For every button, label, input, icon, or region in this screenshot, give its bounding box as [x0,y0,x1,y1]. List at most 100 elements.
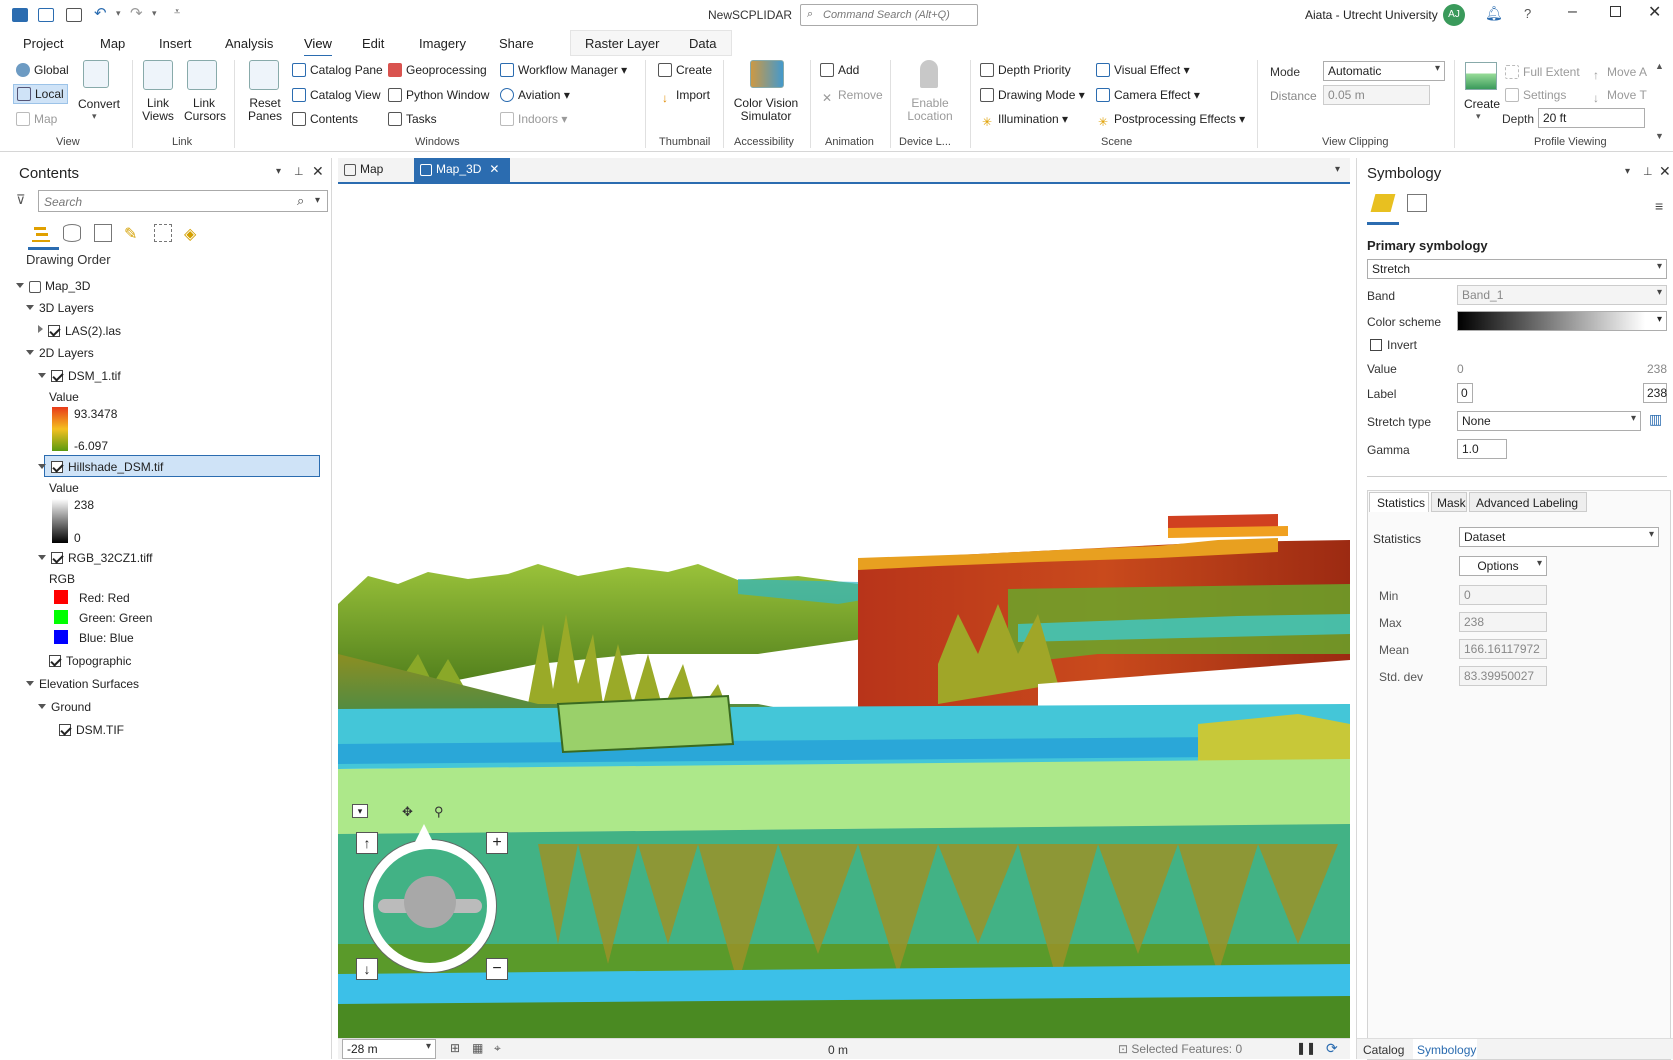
link-views-button[interactable]: Link Views [140,97,176,123]
tab-share[interactable]: Share [499,36,534,51]
pane-options-icon[interactable]: ▾ [276,166,281,177]
open-icon[interactable] [38,8,54,22]
collapse-icon[interactable] [38,555,46,560]
geoprocessing-button[interactable]: Geoprocessing [388,63,487,77]
gamma-input[interactable]: 1.0 [1457,439,1507,459]
bottom-tab-symbology[interactable]: Symbology [1413,1039,1477,1059]
mode-select[interactable]: Automatic [1323,61,1445,81]
tree-rgb[interactable]: RGB_32CZ1.tiff [38,551,152,565]
collapse-icon[interactable] [38,704,46,709]
save-icon[interactable] [66,8,82,22]
view-tab-map[interactable]: Map [344,162,383,176]
tab-analysis[interactable]: Analysis [225,36,273,51]
collapse-icon[interactable] [38,373,46,378]
view-tabs-dropdown-icon[interactable]: ▾ [1335,164,1340,175]
pin-icon[interactable]: ⊥ [1643,165,1653,178]
scroll-up-icon[interactable]: ▲ [1655,61,1664,71]
label-max-input[interactable]: 238 [1643,383,1667,403]
list-by-selection-icon[interactable] [94,224,112,242]
tab-map[interactable]: Map [100,36,125,51]
zoom-out-icon[interactable]: − [486,958,508,980]
list-by-editing-icon[interactable]: ✎ [124,224,137,244]
full-extent-button[interactable]: Full Extent [1505,65,1580,79]
label-min-input[interactable]: 0 [1457,383,1473,403]
scene-canvas[interactable]: ▾ ✥ ⚲ ↑ ↓ + − [338,184,1350,1038]
renderer-select[interactable]: Stretch [1367,259,1667,279]
tab-data[interactable]: Data [689,36,716,51]
undo-dropdown-icon[interactable]: ▾ [116,8,121,19]
histogram-icon[interactable]: ▥ [1649,411,1662,428]
walk-icon[interactable]: ⚲ [434,804,444,820]
close-icon[interactable]: ✕ [1648,2,1661,22]
tree-2d-layers[interactable]: 2D Layers [26,346,94,360]
drawing-mode-button[interactable]: Drawing Mode ▾ [980,88,1085,102]
snapping-icon[interactable]: ⌖ [494,1041,501,1056]
move-toward-button[interactable]: ↓ Move T [1589,88,1647,105]
scale-select[interactable]: -28 m [342,1039,436,1059]
tree-ground[interactable]: Ground [38,700,91,714]
tree-elevation-surfaces[interactable]: Elevation Surfaces [26,677,139,691]
tree-las[interactable]: LAS(2).las [38,324,121,338]
tab-statistics[interactable]: Statistics [1369,492,1429,512]
animation-remove-button[interactable]: ✕ Remove [820,88,883,105]
convert-button[interactable]: Convert [78,97,120,111]
invert-checkbox[interactable]: Invert [1370,338,1417,352]
tilt-down-icon[interactable]: ↓ [356,958,378,980]
undo-icon[interactable]: ↶ [94,4,107,22]
navigator-sphere[interactable] [404,876,456,928]
maximize-icon[interactable] [1610,6,1621,17]
tab-advanced-labeling[interactable]: Advanced Labeling [1469,492,1587,512]
user-name[interactable]: Aiata - Utrecht University [1305,8,1438,22]
link-cursors-button[interactable]: Link Cursors [184,97,226,123]
band-select[interactable]: Band_1 [1457,285,1667,305]
hillshade-visibility-checkbox[interactable] [51,461,63,473]
python-window-button[interactable]: Python Window [388,88,489,102]
list-by-snapping-icon[interactable] [154,224,172,242]
tab-project[interactable]: Project [23,36,63,51]
tab-edit[interactable]: Edit [362,36,384,51]
enable-location-button[interactable]: Enable Location [904,97,956,123]
search-options-icon[interactable]: ▾ [315,195,320,206]
move-away-button[interactable]: ↑ Move A [1589,65,1647,82]
catalog-pane-button[interactable]: Catalog Pane [292,63,383,77]
camera-effect-button[interactable]: Camera Effect ▾ [1096,88,1200,102]
visual-effect-button[interactable]: Visual Effect ▾ [1096,63,1190,77]
collapse-icon[interactable] [38,464,46,469]
bottom-tab-catalog[interactable]: Catalog [1363,1043,1404,1057]
full-control-icon[interactable]: ✥ [402,804,413,820]
tree-hillshade[interactable]: Hillshade_DSM.tif [38,460,163,474]
scroll-down-icon[interactable]: ▼ [1655,131,1664,141]
dsm-tif-visibility-checkbox[interactable] [59,724,71,736]
illumination-button[interactable]: ✳ Illumination ▾ [980,112,1068,129]
color-vision-simulator-button[interactable]: Color Vision Simulator [733,97,799,123]
fixed-zoom-icon[interactable]: ⊞ [450,1041,460,1055]
minimize-icon[interactable]: – [1568,3,1577,21]
list-by-labeling-icon[interactable]: ◈ [184,224,196,244]
close-pane-icon[interactable]: ✕ [1659,163,1671,180]
close-tab-icon[interactable]: ✕ [489,162,499,176]
search-icon[interactable]: ⌕ [297,193,304,209]
tab-mask[interactable]: Mask [1431,492,1467,512]
expand-icon[interactable] [38,325,43,333]
depth-priority-button[interactable]: Depth Priority [980,63,1071,77]
close-pane-icon[interactable]: ✕ [312,163,324,180]
pause-icon[interactable]: ❚❚ [1296,1041,1316,1055]
menu-icon[interactable]: ≡ [1655,198,1663,214]
tasks-button[interactable]: Tasks [388,112,437,126]
view-tab-map3d[interactable]: Map_3D ✕ [414,158,510,182]
collapse-icon[interactable] [26,350,34,355]
contents-button[interactable]: Contents [292,112,358,126]
filter-icon[interactable]: ⊽ [16,192,26,208]
north-arrow-icon[interactable] [414,824,434,844]
local-button[interactable]: Local [13,84,68,104]
animation-add-button[interactable]: Add [820,63,859,77]
global-button[interactable]: Global [16,63,69,77]
tab-insert[interactable]: Insert [159,36,192,51]
pane-options-icon[interactable]: ▾ [1625,166,1630,177]
tree-3d-layers[interactable]: 3D Layers [26,301,94,315]
splitter[interactable] [1367,476,1667,477]
primary-symbology-icon[interactable] [1370,194,1396,212]
pin-icon[interactable]: ⊥ [294,165,304,178]
grid-icon[interactable]: ▦ [472,1041,483,1055]
tilt-up-icon[interactable]: ↑ [356,832,378,854]
